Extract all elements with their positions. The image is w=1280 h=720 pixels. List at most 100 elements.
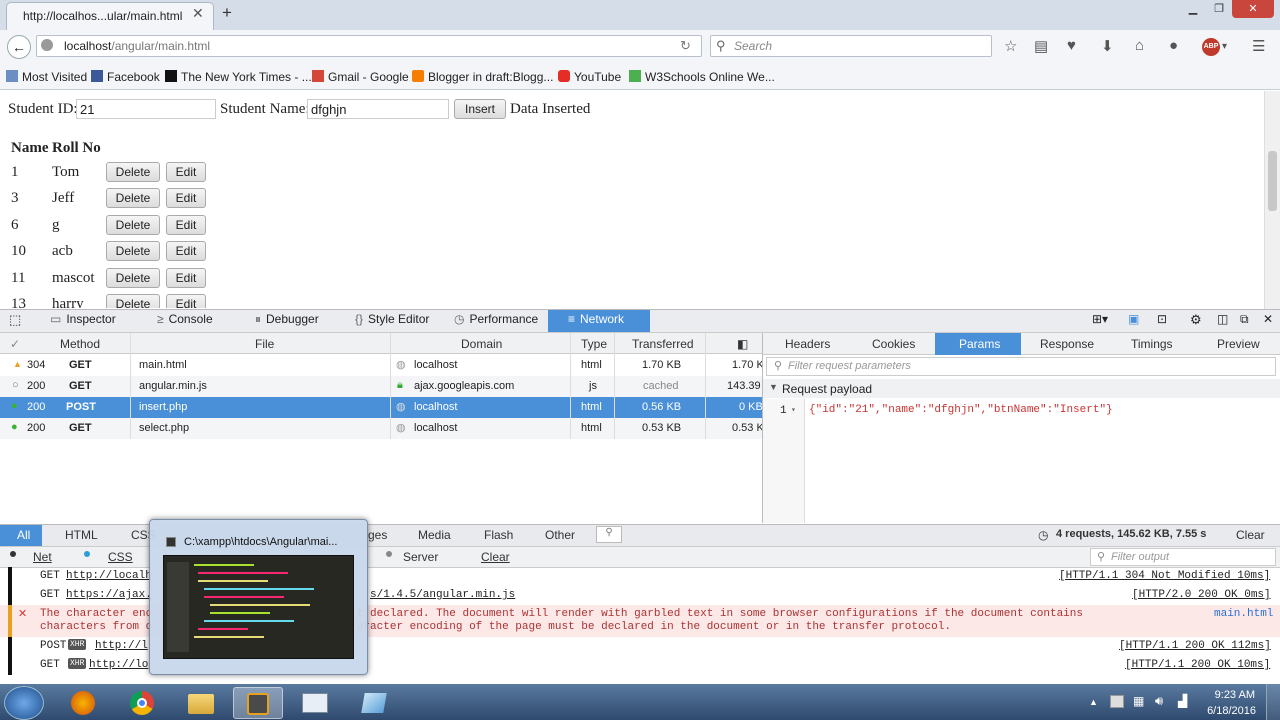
console-filter-server[interactable]: Server <box>403 550 438 564</box>
app-taskbar-icon[interactable] <box>349 687 399 719</box>
delete-button[interactable]: Delete <box>106 188 160 209</box>
scrollbar-thumb[interactable] <box>1268 151 1277 211</box>
close-window-icon[interactable]: ✕ <box>1232 0 1274 18</box>
filter-search-icon[interactable]: ⚲ <box>596 526 622 543</box>
browser-tab[interactable]: http://localhos...ular/main.html <box>6 2 214 30</box>
network-tray-icon[interactable]: ▦ <box>1133 694 1144 708</box>
tab-performance[interactable]: ◷ Performance <box>454 312 538 326</box>
bookmark-w3schools[interactable]: W3Schools Online We... <box>629 70 775 84</box>
site-info-icon[interactable] <box>41 39 53 51</box>
action-center-icon[interactable] <box>1110 695 1124 708</box>
tab-close-icon[interactable]: ✕ <box>192 5 204 22</box>
edit-button[interactable]: Edit <box>166 294 206 308</box>
close-devtools-icon[interactable]: ✕ <box>1263 312 1273 326</box>
request-row-selected[interactable]: ● 200 POST insert.php ◍ localhost html 0… <box>0 397 763 418</box>
filter-media[interactable]: Media <box>418 528 451 542</box>
tab-network[interactable]: ≡ Network <box>568 312 624 326</box>
pocket-icon[interactable]: ♥ <box>1067 37 1076 54</box>
volume-icon[interactable]: 🔊︎ <box>1155 693 1163 709</box>
header-type[interactable]: Type <box>581 337 607 351</box>
delete-button[interactable]: Delete <box>106 294 160 308</box>
minimize-icon[interactable]: ▁ <box>1180 0 1206 18</box>
header-file[interactable]: File <box>255 337 274 351</box>
delete-button[interactable]: Delete <box>106 214 160 235</box>
fold-icon[interactable]: ▾ <box>791 405 796 415</box>
console-filter-net[interactable]: Net <box>33 550 52 564</box>
request-row[interactable]: ● 200 GET select.php ◍ localhost html 0.… <box>0 418 764 439</box>
tab-timings[interactable]: Timings <box>1131 337 1173 351</box>
tab-debugger[interactable]: ⏸ Debugger <box>255 312 319 327</box>
hello-icon[interactable]: ● <box>1169 37 1178 54</box>
home-icon[interactable]: ⌂ <box>1135 37 1144 54</box>
start-button[interactable] <box>4 686 44 720</box>
settings-gear-icon[interactable]: ⚙ <box>1190 312 1202 328</box>
dock-side-icon[interactable]: ◫ <box>1217 312 1228 326</box>
header-domain[interactable]: Domain <box>461 337 502 351</box>
bookmark-nytimes[interactable]: The New York Times - ... <box>165 70 312 84</box>
request-row[interactable]: ○ 200 GET angular.min.js 🔒︎ ajax.googlea… <box>0 376 762 397</box>
size-column-icon[interactable]: ◧ <box>737 337 748 351</box>
adblock-icon[interactable]: ABP <box>1202 38 1220 56</box>
firefox-taskbar-icon[interactable] <box>58 687 108 719</box>
downloads-icon[interactable]: ⬇ <box>1101 37 1114 55</box>
adblock-menu-icon[interactable]: ▾ <box>1222 41 1227 52</box>
filter-all[interactable]: All <box>17 528 30 542</box>
delete-button[interactable]: Delete <box>106 267 160 288</box>
sublime-taskbar-icon[interactable] <box>233 687 283 719</box>
payload-text[interactable]: {"id":"21","name":"dfghjn","btnName":"In… <box>809 404 1113 416</box>
console-filter-css[interactable]: CSS <box>108 550 133 564</box>
header-transferred[interactable]: Transferred <box>632 337 694 351</box>
collapse-triangle-icon[interactable]: ▼ <box>769 382 778 392</box>
request-row[interactable]: ▲ 304 GET main.html ◍ localhost html 1.7… <box>0 355 764 376</box>
console-clear-button[interactable]: Clear <box>481 550 510 564</box>
edit-button[interactable]: Edit <box>166 162 206 182</box>
student-id-field[interactable]: 21 <box>76 99 216 119</box>
screenshot-icon[interactable]: ⊡ <box>1157 312 1167 326</box>
restore-icon[interactable]: ❐ <box>1206 0 1232 18</box>
responsive-icon[interactable]: ▣ <box>1128 312 1139 326</box>
split-console-icon[interactable]: ⊞▾ <box>1092 312 1108 326</box>
show-hidden-icons[interactable]: ▲ <box>1089 697 1098 707</box>
explorer-taskbar-icon[interactable] <box>176 687 226 719</box>
filter-html[interactable]: HTML <box>65 528 98 542</box>
back-icon[interactable]: ← <box>7 35 31 59</box>
bookmark-facebook[interactable]: Facebook <box>91 70 160 84</box>
reload-icon[interactable]: ↻ <box>680 38 691 54</box>
edit-button[interactable]: Edit <box>166 188 206 209</box>
tab-preview[interactable]: Preview <box>1217 337 1260 351</box>
edit-button[interactable]: Edit <box>166 241 206 262</box>
error-source-link[interactable]: main.html <box>1214 608 1273 620</box>
student-name-field[interactable]: dfghjn <box>307 99 449 119</box>
window-taskbar-icon[interactable] <box>290 687 340 719</box>
clock-time[interactable]: 9:23 AM <box>1207 689 1255 701</box>
clear-network-button[interactable]: Clear <box>1236 528 1265 542</box>
filter-images-tail[interactable]: ges <box>368 528 387 542</box>
new-tab-icon[interactable]: + <box>222 3 232 23</box>
filter-other[interactable]: Other <box>545 528 575 542</box>
filter-flash[interactable]: Flash <box>484 528 513 542</box>
bookmark-star-icon[interactable]: ☆ <box>1004 37 1017 55</box>
bookmark-most-visited[interactable]: Most Visited <box>6 70 87 84</box>
clock-date[interactable]: 6/18/2016 <box>1200 705 1256 717</box>
tab-params[interactable]: Params <box>959 337 1000 351</box>
header-method[interactable]: Method <box>60 337 100 351</box>
tab-console[interactable]: ≥ Console <box>157 312 213 326</box>
bookmark-youtube[interactable]: YouTube <box>558 70 621 84</box>
bookmark-blogger[interactable]: Blogger in draft:Blogg... <box>412 70 553 84</box>
element-picker-icon[interactable]: ⬚ <box>9 312 21 328</box>
tab-style-editor[interactable]: {} Style Editor <box>355 312 429 326</box>
delete-button[interactable]: Delete <box>106 241 160 262</box>
tab-inspector[interactable]: ▭ Inspector <box>50 312 116 326</box>
insert-button[interactable]: Insert <box>454 99 506 119</box>
edit-button[interactable]: Edit <box>166 214 206 235</box>
tab-response[interactable]: Response <box>1040 337 1094 351</box>
edit-button[interactable]: Edit <box>166 267 206 288</box>
hamburger-menu-icon[interactable]: ☰ <box>1252 37 1265 55</box>
separate-window-icon[interactable]: ⧉ <box>1240 312 1249 327</box>
show-desktop-button[interactable] <box>1266 684 1280 720</box>
reading-list-icon[interactable]: ▤ <box>1034 37 1048 55</box>
chrome-taskbar-icon[interactable] <box>117 687 167 719</box>
bookmark-gmail[interactable]: Gmail - Google <box>312 70 409 84</box>
tab-headers[interactable]: Headers <box>785 337 830 351</box>
signal-icon[interactable]: ▟ <box>1178 694 1187 708</box>
